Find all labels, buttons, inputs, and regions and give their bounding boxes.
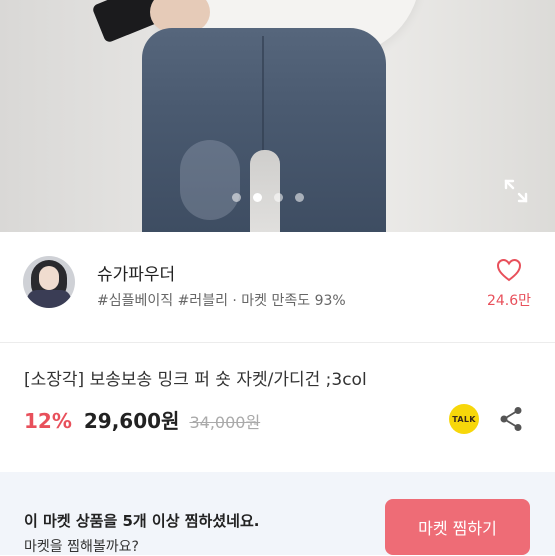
banner-question: 마켓을 찜해볼까요?: [24, 539, 139, 555]
expand-icon[interactable]: [503, 178, 529, 204]
shop-avatar[interactable]: [23, 256, 75, 308]
carousel-indicator: [232, 193, 304, 202]
product-title: [소장각] 보송보송 밍크 퍼 숏 자켓/가디건 ;3col: [24, 370, 367, 390]
carousel-dot[interactable]: [274, 193, 283, 202]
follow-market-button[interactable]: 마켓 찜하기: [385, 499, 530, 555]
carousel-dot[interactable]: [295, 193, 304, 202]
banner-message: 이 마켓 상품을 5개 이상 찜하셨네요.: [24, 512, 260, 530]
jeans-highlight: [180, 140, 240, 220]
price-row: 12% 29,600원 34,000원: [24, 405, 260, 434]
follow-market-banner: 이 마켓 상품을 5개 이상 찜하셨네요. 마켓을 찜해볼까요? 마켓 찜하기: [0, 472, 555, 555]
share-icon[interactable]: [499, 406, 523, 432]
original-price: 34,000원: [189, 413, 261, 432]
shop-tags: #심플베이직 #러블리 · 마켓 만족도 93%: [97, 293, 346, 309]
carousel-dot-active[interactable]: [253, 193, 262, 202]
kakao-talk-icon[interactable]: TALK: [449, 404, 479, 434]
like-count: 24.6만: [486, 293, 532, 309]
talk-label: TALK: [452, 414, 476, 424]
jeans-seam: [262, 36, 264, 152]
leg-gap: [250, 150, 280, 232]
divider: [0, 342, 555, 343]
heart-icon[interactable]: [496, 258, 522, 282]
product-image[interactable]: [0, 0, 555, 232]
shop-name[interactable]: 슈가파우더: [97, 260, 175, 285]
sale-price: 29,600원: [83, 409, 180, 433]
discount-rate: 12%: [24, 409, 72, 433]
shop-info: 슈가파우더 #심플베이직 #러블리 · 마켓 만족도 93% 24.6만: [0, 232, 555, 342]
carousel-dot[interactable]: [232, 193, 241, 202]
